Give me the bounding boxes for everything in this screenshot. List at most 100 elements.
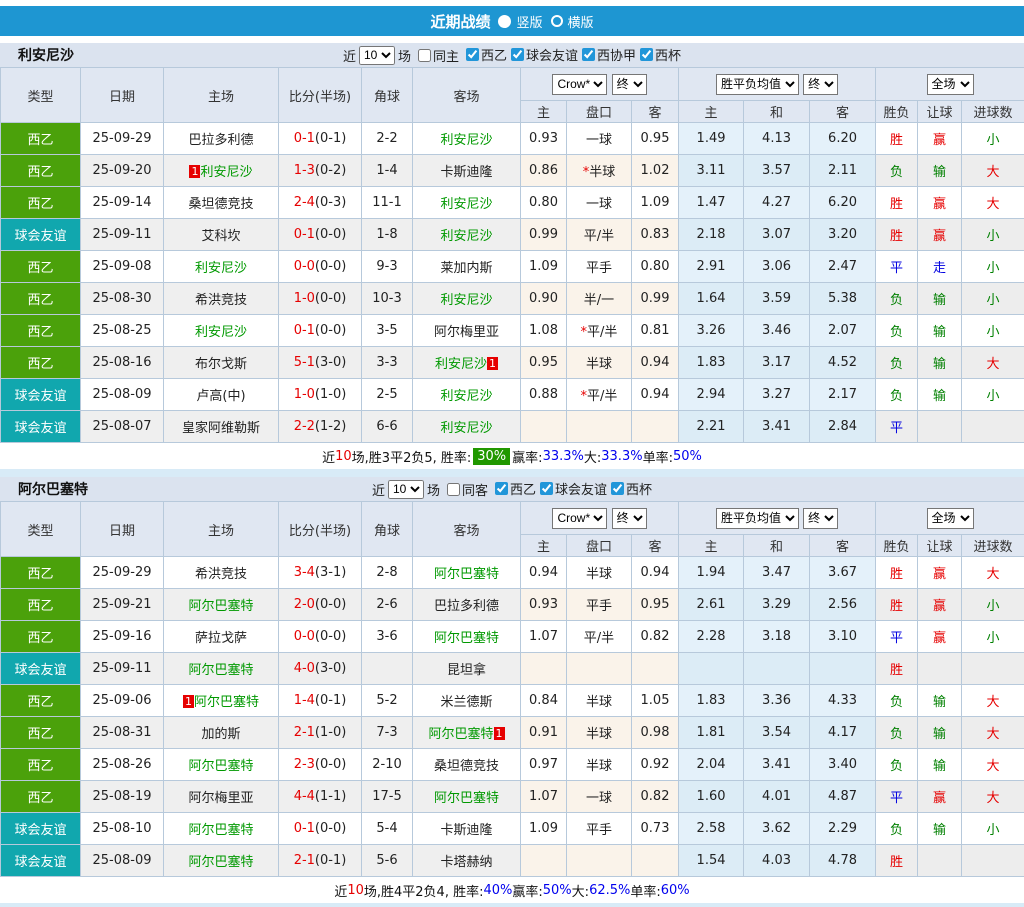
team-cell: 利安尼沙: [164, 315, 279, 347]
odds-home: 1.09: [521, 813, 567, 845]
team-name: 卢高(中): [196, 389, 245, 404]
odds-away: 0.80: [632, 251, 679, 283]
result-handicap: 输: [918, 717, 962, 749]
avg-draw: 3.07: [744, 219, 810, 251]
avg-home: 2.94: [679, 379, 744, 411]
match-row: 球会友谊25-08-09卢高(中)1-0(1-0)2-5利安尼沙0.88*平/半…: [1, 379, 1024, 411]
games-label: 场: [427, 480, 440, 499]
fulltime-score: 0-0: [294, 259, 315, 274]
league-filter[interactable]: 西乙: [491, 479, 536, 498]
odds-away: 1.02: [632, 155, 679, 187]
match-row: 西乙25-09-16萨拉戈萨0-0(0-0)3-6阿尔巴塞特1.07平/半0.8…: [1, 621, 1024, 653]
odds-source-select[interactable]: Crow*: [552, 508, 607, 529]
result-wdl: 平: [876, 781, 918, 813]
team-cell: 皇家阿维勒斯: [164, 411, 279, 443]
odds-home: 0.84: [521, 685, 567, 717]
match-count-select[interactable]: 10: [359, 46, 395, 65]
league-checkbox[interactable]: [640, 48, 653, 61]
odds-source-select[interactable]: Crow*: [552, 74, 607, 95]
league-checkbox[interactable]: [582, 48, 595, 61]
same-venue-filter[interactable]: 同客: [443, 480, 488, 499]
fulltime-score: 1-0: [294, 291, 315, 306]
halftime-score: (0-1): [315, 853, 346, 868]
team-cell: 利安尼沙: [164, 251, 279, 283]
summary-value: 50%: [673, 449, 702, 464]
avg-time-select[interactable]: 终: [803, 508, 838, 529]
odds-time-select[interactable]: 终: [612, 74, 647, 95]
team-name: 皇家阿维勒斯: [182, 421, 260, 436]
league-filters: 西乙球会友谊西协甲西杯: [462, 45, 681, 65]
layout-radio-vertical[interactable]: 竖版: [498, 12, 542, 31]
result-wdl: 胜: [876, 589, 918, 621]
league-filter[interactable]: 西杯: [636, 45, 681, 64]
layout-radio-horizontal[interactable]: 横版: [551, 12, 594, 31]
radio-selected-icon[interactable]: [498, 15, 511, 28]
halftime-score: (0-0): [315, 259, 346, 274]
team-cell: 艾科坎: [164, 219, 279, 251]
match-type: 球会友谊: [1, 845, 81, 877]
match-row: 西乙25-08-30希洪竞技1-0(0-0)10-3利安尼沙0.90半/一0.9…: [1, 283, 1024, 315]
league-checkbox[interactable]: [495, 482, 508, 495]
avg-type-select[interactable]: 胜平负均值: [716, 508, 799, 529]
avg-home: 1.47: [679, 187, 744, 219]
odds-away: 0.81: [632, 315, 679, 347]
result-handicap: 走: [918, 251, 962, 283]
league-checkbox[interactable]: [511, 48, 524, 61]
avg-home: 1.81: [679, 717, 744, 749]
league-checkbox[interactable]: [466, 48, 479, 61]
league-checkbox[interactable]: [611, 482, 624, 495]
team-name: 昆坦拿: [447, 663, 486, 678]
team-cell: 阿尔巴塞特: [164, 845, 279, 877]
team-cell: 桑坦德竞技: [164, 187, 279, 219]
team-name: 阿尔巴塞特: [434, 631, 499, 646]
odds-away: 0.82: [632, 781, 679, 813]
match-row: 西乙25-08-16布尔戈斯5-1(3-0)3-3利安尼沙10.95半球0.94…: [1, 347, 1024, 379]
avg-home: 2.21: [679, 411, 744, 443]
odds-away: 0.82: [632, 621, 679, 653]
match-type: 球会友谊: [1, 653, 81, 685]
result-wdl: 胜: [876, 219, 918, 251]
same-venue-checkbox[interactable]: [418, 49, 431, 62]
same-venue-checkbox[interactable]: [447, 483, 460, 496]
league-filter[interactable]: 西协甲: [578, 45, 636, 64]
summary-value: 50%: [543, 883, 572, 898]
odds-handicap: 半球: [567, 749, 632, 781]
match-type: 西乙: [1, 283, 81, 315]
avg-draw: 3.41: [744, 411, 810, 443]
odds-home: 0.80: [521, 187, 567, 219]
avg-home: 2.61: [679, 589, 744, 621]
same-venue-filter[interactable]: 同主: [414, 46, 459, 65]
corner-cell: 3-5: [362, 315, 413, 347]
league-filter[interactable]: 球会友谊: [507, 45, 578, 64]
avg-time-select[interactable]: 终: [803, 74, 838, 95]
league-filter[interactable]: 西杯: [607, 479, 652, 498]
result-goals: [962, 653, 1024, 685]
odds-time-select[interactable]: 终: [612, 508, 647, 529]
period-select[interactable]: 全场: [927, 508, 974, 529]
corner-cell: [362, 653, 413, 685]
odds-handicap: 平/半: [567, 621, 632, 653]
odds-home: 0.93: [521, 123, 567, 155]
corner-cell: 5-2: [362, 685, 413, 717]
team-cell: 利安尼沙: [413, 283, 521, 315]
avg-away: 3.67: [810, 557, 876, 589]
score-cell: 0-1(0-0): [279, 219, 362, 251]
team-name: 利安尼沙: [435, 357, 487, 372]
radio-unselected-icon[interactable]: [551, 15, 563, 27]
odds-away: 0.95: [632, 123, 679, 155]
match-date: 25-08-31: [81, 717, 164, 749]
near-label: 近: [372, 480, 385, 499]
team-cell: 阿尔巴塞特: [413, 621, 521, 653]
period-select[interactable]: 全场: [927, 74, 974, 95]
league-checkbox[interactable]: [540, 482, 553, 495]
team-name: 阿尔巴塞特: [188, 759, 253, 774]
match-count-select[interactable]: 10: [388, 480, 424, 499]
team-name: 米兰德斯: [440, 695, 492, 710]
avg-draw: 3.54: [744, 717, 810, 749]
result-wdl: 负: [876, 347, 918, 379]
avg-type-select[interactable]: 胜平负均值: [716, 74, 799, 95]
team-name: 阿尔巴塞特: [188, 599, 253, 614]
match-row: 西乙25-09-29希洪竞技3-4(3-1)2-8阿尔巴塞特0.94半球0.94…: [1, 557, 1024, 589]
league-filter[interactable]: 西乙: [462, 45, 507, 64]
league-filter[interactable]: 球会友谊: [536, 479, 607, 498]
